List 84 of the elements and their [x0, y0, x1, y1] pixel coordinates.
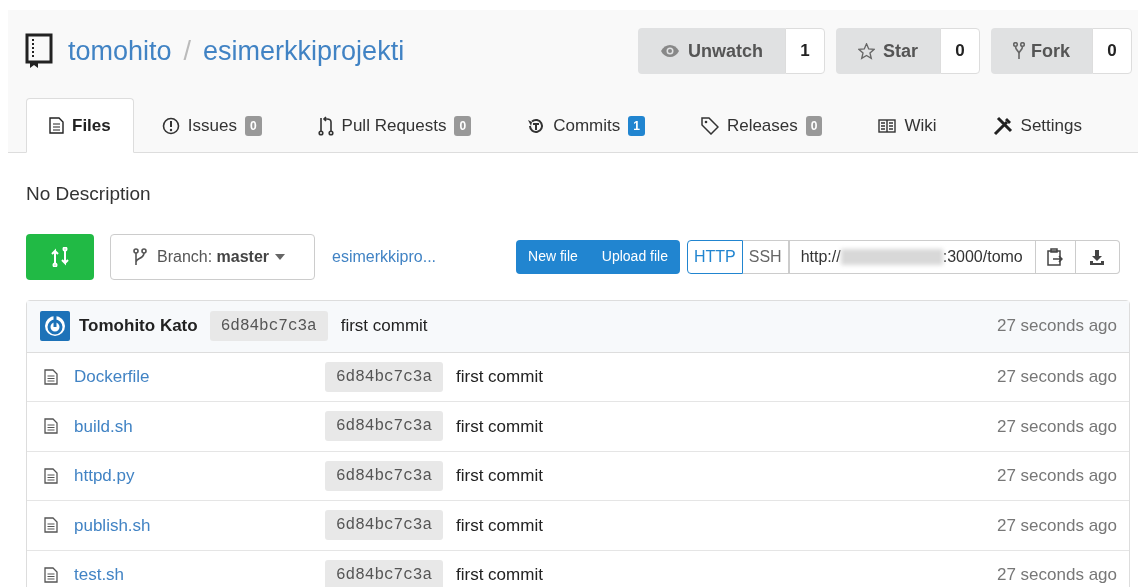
copy-button[interactable] [1035, 239, 1076, 274]
tools-icon [992, 115, 1013, 136]
commit-sha-label[interactable]: 6d84bc7c3a [209, 311, 328, 341]
commit-author[interactable]: Tomohito Kato [79, 313, 198, 339]
new-file-button[interactable]: New file [516, 239, 590, 274]
count-badge: 0 [244, 115, 262, 136]
count-badge: 0 [454, 115, 472, 136]
tag-icon [700, 116, 719, 135]
file-icon [44, 517, 58, 534]
commit-time: 27 seconds ago [996, 366, 1117, 388]
file-link[interactable]: Dockerfile [74, 367, 150, 386]
clone-url-field[interactable]: http:// :3000/tomo [788, 239, 1036, 274]
history-icon [527, 116, 546, 135]
commit-time: 27 seconds ago [996, 514, 1117, 537]
pull-request-icon [317, 115, 334, 136]
protocol-toggle[interactable]: HTTP [687, 239, 743, 274]
file-link[interactable]: publish.sh [74, 515, 151, 535]
file-link[interactable]: httpd.py [74, 466, 135, 485]
watch-count[interactable]: 1 [784, 28, 825, 74]
upload-file-button[interactable]: Upload file [589, 239, 680, 274]
count-badge: 1 [628, 115, 645, 136]
branch-dropdown[interactable]: Branch: master [110, 233, 315, 280]
tab[interactable]: Wiki [850, 98, 965, 153]
tab-label: Wiki [904, 114, 937, 137]
file-icon [44, 467, 58, 484]
tab-label: Files [72, 114, 111, 137]
tab[interactable]: Releases 0 [672, 98, 851, 153]
tab-label: Releases [726, 114, 798, 137]
branch-icon [133, 247, 147, 266]
download-icon [1089, 248, 1106, 265]
star-count[interactable]: 0 [940, 28, 980, 74]
commit-time: 27 seconds ago [996, 415, 1117, 438]
tab[interactable]: Files [26, 98, 134, 153]
watch-button[interactable]: Unwatch [637, 28, 785, 74]
tab[interactable]: Commits 1 [499, 98, 673, 153]
tab[interactable]: Settings [964, 98, 1110, 153]
count-badge: 0 [805, 115, 823, 136]
star-button[interactable]: Star [835, 28, 940, 74]
clipboard-icon [1047, 247, 1064, 266]
fork-button[interactable]: Fork [991, 28, 1092, 74]
repo-name-link[interactable]: esimerkkiprojekti [203, 30, 405, 72]
book-icon [878, 118, 897, 133]
commit-message[interactable]: first commit [456, 463, 543, 489]
commit-message[interactable]: first commit [456, 364, 543, 390]
tab-label: Commits [553, 114, 621, 137]
commit-time: 27 seconds ago [996, 564, 1117, 586]
fork-count[interactable]: 0 [1092, 28, 1132, 74]
commit-sha-label[interactable]: 6d84bc7c3a [325, 361, 443, 392]
fork-icon [1013, 42, 1025, 60]
commit-message[interactable]: first commit [456, 562, 543, 587]
avatar-icon [40, 311, 70, 341]
compare-button[interactable] [26, 233, 94, 280]
commit-sha-label[interactable]: 6d84bc7c3a [325, 510, 443, 541]
repo-description: No Description [26, 182, 152, 206]
file-link[interactable]: build.sh [74, 416, 133, 436]
commit-sha-label[interactable]: 6d84bc7c3a [325, 559, 443, 587]
commit-time: 27 seconds ago [996, 315, 1117, 338]
compare-icon [51, 246, 69, 267]
caret-icon [275, 253, 286, 260]
file-icon [49, 117, 64, 134]
eye-icon [659, 44, 680, 58]
file-icon [44, 418, 58, 435]
alert-icon [161, 116, 180, 135]
path-link[interactable]: esimerkkipro... [332, 244, 437, 269]
tab-label: Pull Requests [341, 114, 447, 137]
commit-message[interactable]: first commit [456, 512, 543, 538]
owner-link[interactable]: tomohito [68, 30, 172, 72]
file-link[interactable]: test.sh [74, 565, 125, 584]
repo-icon [25, 33, 53, 69]
star-icon [857, 42, 875, 60]
commit-message: first commit [340, 315, 428, 338]
commit-sha-label[interactable]: 6d84bc7c3a [325, 411, 443, 442]
file-icon [44, 368, 58, 385]
commit-sha-label[interactable]: 6d84bc7c3a [325, 460, 443, 491]
tab-label: Settings [1020, 114, 1082, 137]
path-separator: / [183, 34, 192, 68]
commit-message[interactable]: first commit [456, 413, 543, 439]
tab[interactable]: Issues 0 [133, 98, 290, 153]
commit-time: 27 seconds ago [996, 465, 1117, 487]
download-button[interactable] [1075, 239, 1120, 274]
protocol-toggle[interactable]: SSH [742, 239, 789, 274]
tab[interactable]: Pull Requests 0 [289, 98, 500, 153]
tab-label: Issues [187, 114, 237, 137]
file-icon [44, 566, 58, 583]
